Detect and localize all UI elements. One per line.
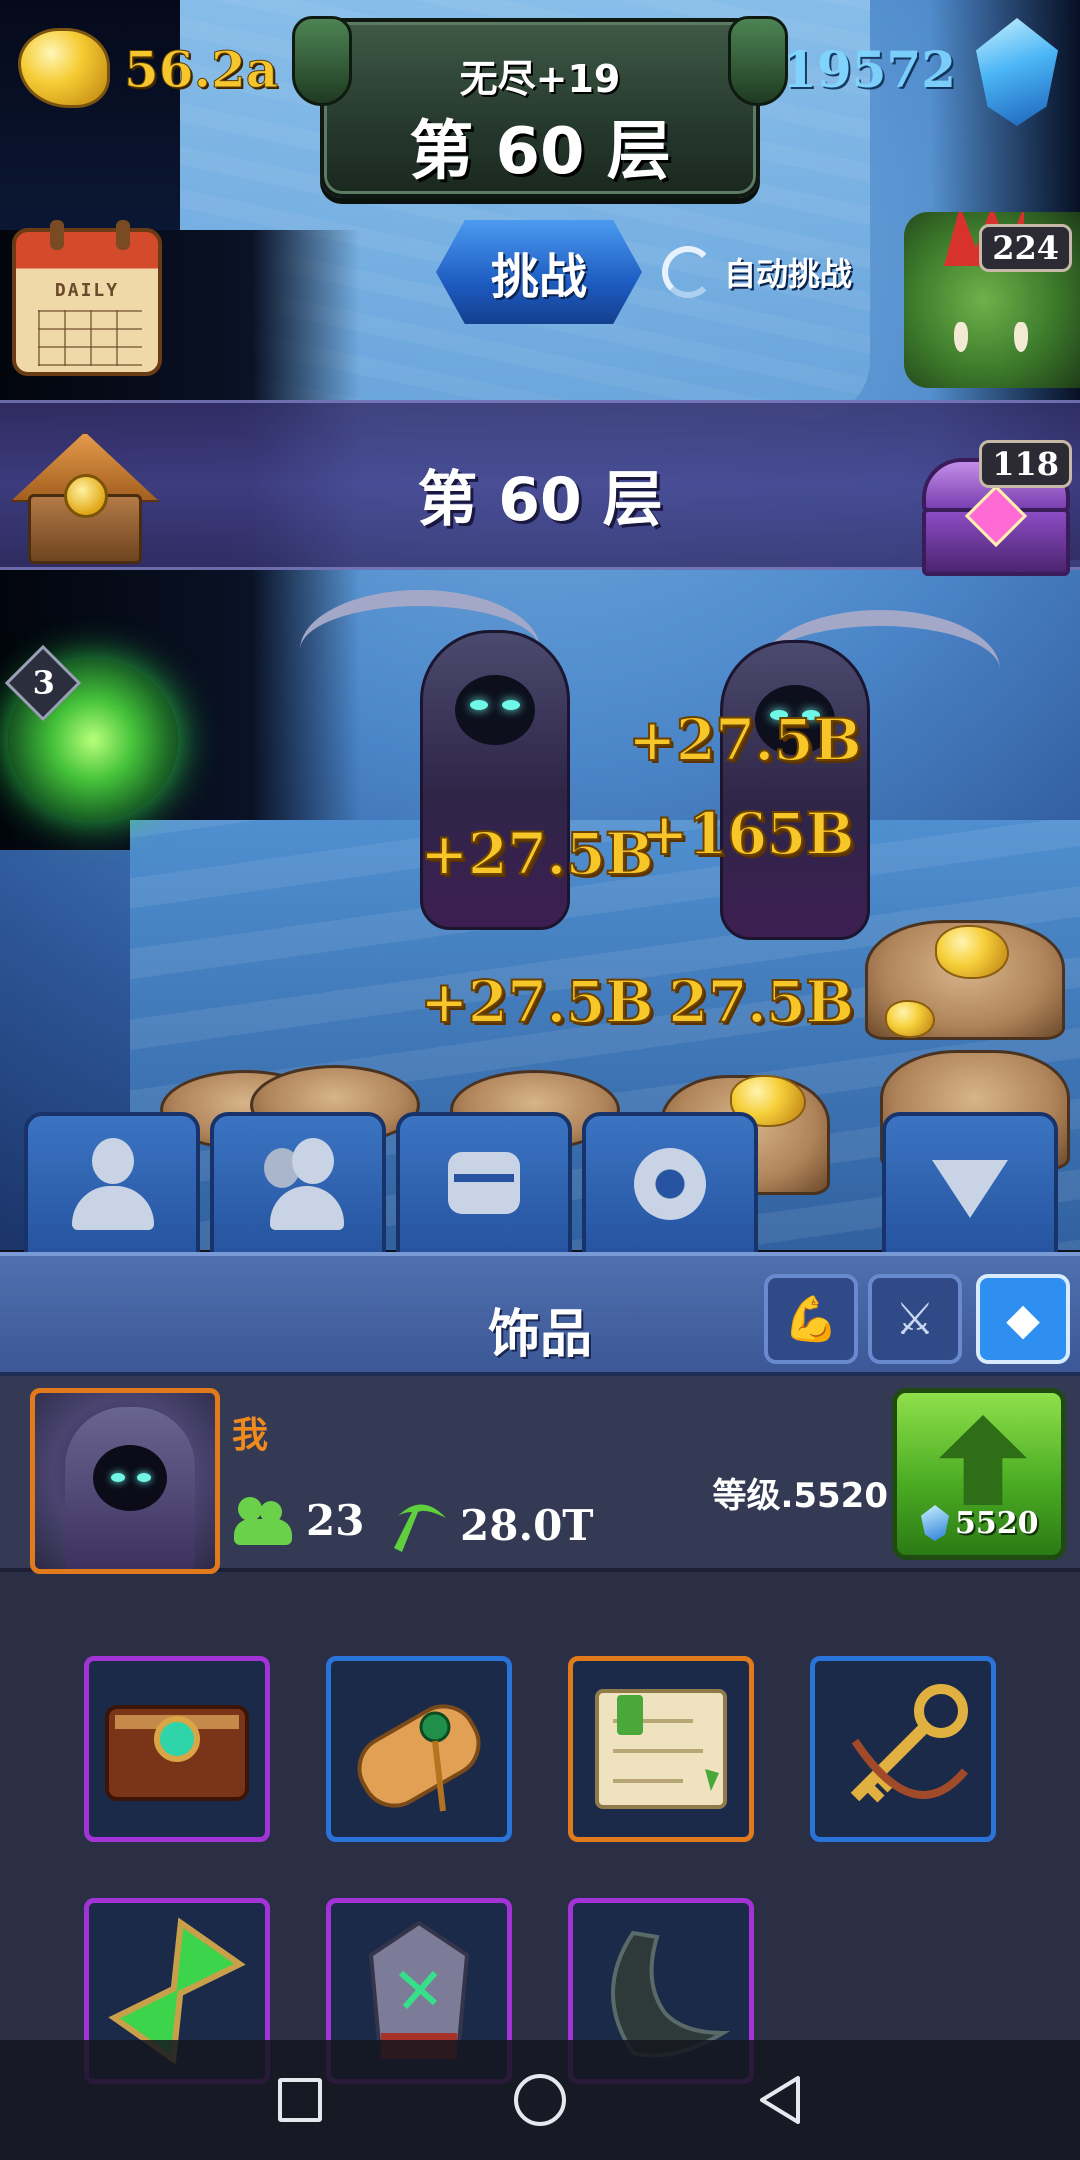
recent-apps-button[interactable] — [278, 2078, 322, 2122]
hero-portrait[interactable] — [30, 1388, 220, 1574]
damage-number: +165B — [639, 799, 856, 869]
settings-tab[interactable] — [582, 1112, 758, 1256]
filter-gems-button[interactable]: ◆ — [976, 1274, 1070, 1364]
chest-tab[interactable] — [396, 1112, 572, 1256]
hero-level: 等级.5520 — [712, 1476, 888, 1516]
floor-banner: 第 60 层 — [0, 400, 1080, 570]
accessory-golden-key[interactable] — [810, 1656, 996, 1842]
challenge-button[interactable]: 挑战 — [436, 220, 642, 324]
filter-strength-button[interactable]: 💪 — [764, 1274, 858, 1364]
shop-hut-button[interactable] — [10, 432, 160, 564]
collapse-tab[interactable] — [882, 1112, 1058, 1256]
filter-attack-button[interactable]: ⚔ — [868, 1274, 962, 1364]
auto-challenge-toggle[interactable]: 自动挑战 — [662, 246, 852, 298]
pickaxe-icon — [392, 1496, 450, 1554]
gold-amount: 56.2a — [123, 40, 279, 100]
back-button[interactable] — [756, 2074, 804, 2126]
arrow-up-icon — [939, 1415, 1027, 1505]
gems-icon: ◆ — [1006, 1293, 1040, 1345]
damage-number: +27.5B — [419, 819, 655, 889]
stage-title: 第 60 层 — [409, 115, 671, 189]
troll-level-badge: 224 — [979, 224, 1072, 272]
upgrade-button[interactable]: 5520 — [892, 1388, 1066, 1560]
team-count-stat: 23 — [234, 1496, 364, 1545]
auto-challenge-label: 自动挑战 — [724, 255, 853, 293]
hero-tab[interactable] — [24, 1112, 200, 1256]
damage-number: +27.5B — [419, 967, 655, 1037]
accessory-scroll[interactable] — [326, 1656, 512, 1842]
chest-icon — [434, 1134, 534, 1234]
accessory-panel: 饰品 💪 ⚔ ◆ 我 23 28.0T 等级.5520 5520 — [0, 1252, 1080, 2160]
daily-calendar-button[interactable]: DAILY — [12, 220, 162, 376]
coin-icon — [64, 474, 108, 518]
auto-refresh-icon — [662, 246, 714, 298]
mining-power-stat: 28.0T — [392, 1496, 594, 1554]
gold-nugget-icon[interactable] — [935, 925, 1009, 979]
map-icon — [595, 1689, 727, 1809]
system-navigation-bar — [0, 2040, 1080, 2160]
hero-row: 我 23 28.0T 等级.5520 5520 — [0, 1376, 1080, 1574]
panel-header: 饰品 💪 ⚔ ◆ — [0, 1252, 1080, 1376]
accessory-map[interactable] — [568, 1656, 754, 1842]
team-tab[interactable] — [210, 1112, 386, 1256]
team-icon — [248, 1134, 348, 1234]
gold-nugget-icon[interactable] — [885, 1000, 935, 1038]
gem-icon — [921, 1505, 949, 1541]
upgrade-cost: 5520 — [921, 1505, 1051, 1541]
hero-icon — [62, 1134, 162, 1234]
hero-name: 我 — [232, 1415, 269, 1456]
triangle-down-icon — [920, 1134, 1020, 1234]
damage-number: +27.5B — [627, 705, 863, 775]
scroll-icon — [357, 1704, 481, 1812]
stage-banner: 无尽+19 第 60 层 — [292, 16, 788, 198]
floor-banner-text: 第 60 层 — [417, 465, 663, 535]
accessory-spell-book[interactable] — [84, 1656, 270, 1842]
chest-count-badge: 118 — [979, 440, 1072, 488]
team-icon — [234, 1496, 296, 1545]
gear-icon — [620, 1134, 720, 1234]
damage-number: 27.5B — [667, 967, 855, 1037]
home-button[interactable] — [514, 2074, 566, 2126]
spell-book-icon — [105, 1705, 249, 1801]
stage-subtitle: 无尽+19 — [459, 57, 621, 101]
calendar-label: DAILY — [54, 280, 120, 301]
crossed-swords-icon: ⚔ — [895, 1293, 935, 1345]
key-icon — [850, 1684, 969, 1803]
muscle-icon: 💪 — [783, 1294, 839, 1345]
